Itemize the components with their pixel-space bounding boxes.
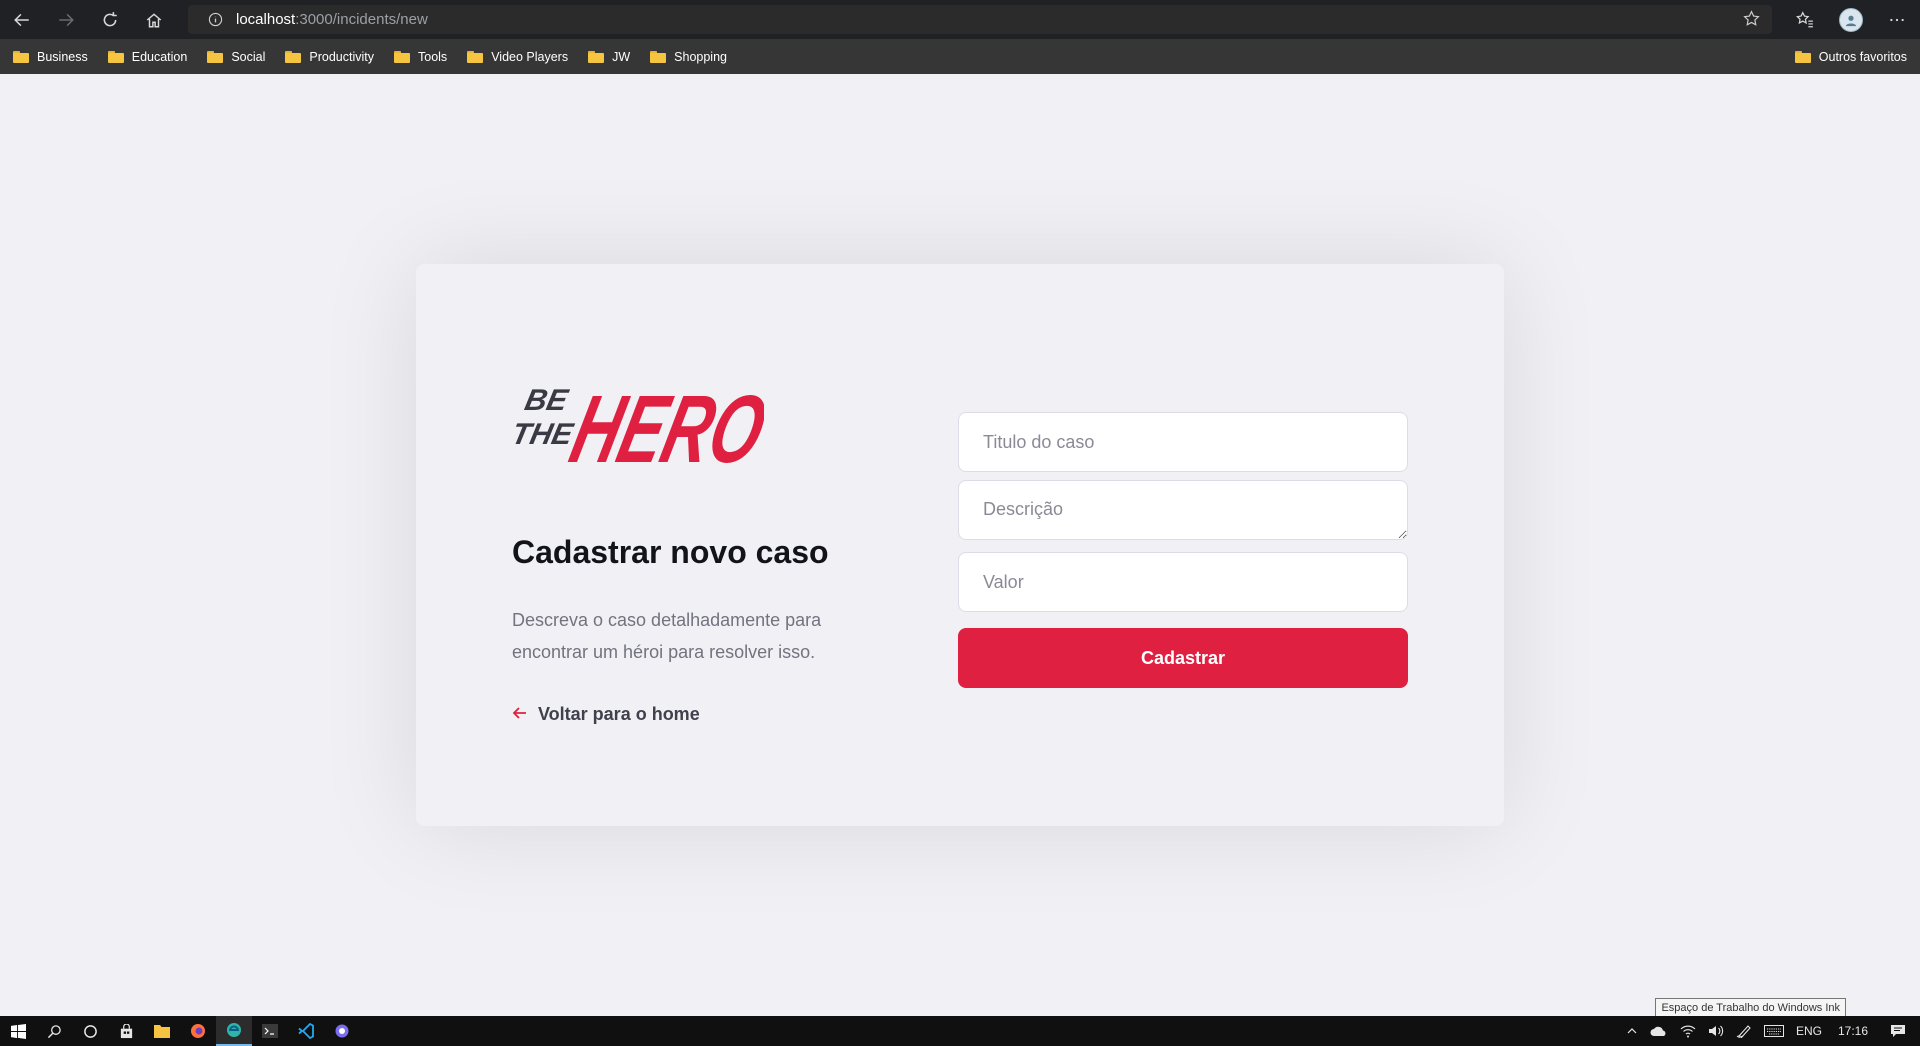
bookmark-education[interactable]: Education [95,39,195,74]
folder-icon [650,50,667,63]
case-description-textarea[interactable] [958,480,1408,540]
file-explorer-button[interactable] [144,1016,180,1046]
case-value-input[interactable] [958,552,1408,612]
forward-button[interactable] [44,0,88,39]
clock[interactable]: 17:16 [1828,1024,1882,1038]
firefox-button[interactable] [180,1016,216,1046]
windows-logo-icon [10,1023,26,1039]
address-bar[interactable]: localhost:3000/incidents/new [188,5,1772,34]
firefox-icon [191,1024,205,1038]
folder-icon [1794,50,1811,63]
page-description: Descreva o caso detalhadamente para enco… [512,610,822,662]
toolbar-right [1782,0,1920,39]
windows-ink-tooltip: Espaço de Trabalho do Windows Ink [1655,998,1846,1018]
logo-line1: BE [522,384,571,417]
folder-icon [467,50,484,63]
search-button[interactable] [36,1016,72,1046]
folder-icon [154,1025,170,1038]
app-button[interactable] [324,1016,360,1046]
language-indicator[interactable]: ENG [1790,1024,1828,1038]
back-button[interactable] [0,0,44,39]
star-icon[interactable] [1743,10,1760,32]
arrow-right-icon [59,13,74,26]
arrow-left-icon [512,706,526,719]
url-host: localhost [236,11,296,28]
url-path: :3000/incidents/new [295,11,428,28]
bookmark-label: Outros favoritos [1818,49,1907,64]
system-tray: ENG 17:16 [1620,1016,1920,1046]
bookmark-label: Tools [418,49,448,64]
keyboard-icon[interactable] [1758,1025,1790,1037]
app-circle-icon [335,1024,349,1038]
arrow-left-icon [14,13,29,26]
case-title-input[interactable] [958,412,1408,472]
folder-icon [107,50,124,63]
bookmark-label: Shopping [674,49,727,64]
info-icon[interactable] [200,12,230,27]
home-button[interactable] [132,0,176,39]
logo-line2: THE [512,418,576,451]
vscode-icon [298,1023,314,1039]
favorites-bar: Business Education Social Productivity T… [0,39,1920,74]
folder-icon [588,50,605,63]
page-title: Cadastrar novo caso [512,534,829,570]
search-icon [47,1024,61,1038]
store-button[interactable] [108,1016,144,1046]
terminal-button[interactable] [252,1016,288,1046]
folder-icon [394,50,410,63]
vscode-button[interactable] [288,1016,324,1046]
start-button[interactable] [0,1016,36,1046]
bookmark-label: JW [612,49,631,64]
new-incident-card: BE THE HERO Cadastrar novo caso Descreva… [416,264,1504,826]
bookmark-label: Business [37,49,88,64]
menu-button[interactable] [1874,0,1920,39]
bookmark-label: Video Players [491,49,569,64]
profile-button[interactable] [1828,0,1874,39]
windows-ink-pen-icon[interactable] [1730,1024,1758,1038]
bookmark-video-players[interactable]: Video Players [454,39,575,74]
edge-button[interactable] [216,1016,252,1046]
network-wifi-icon[interactable] [1674,1024,1702,1038]
refresh-button[interactable] [88,0,132,39]
onedrive-cloud-icon[interactable] [1644,1025,1674,1037]
cortana-circle-icon [83,1024,97,1038]
bookmark-tools[interactable]: Tools [381,39,454,74]
taskbar: ENG 17:16 [0,1016,1920,1046]
bookmark-label: Education [131,49,188,64]
favorites-button[interactable] [1782,0,1828,39]
be-the-hero-logo: BE THE HERO [512,375,764,472]
bookmark-business[interactable]: Business [0,39,95,74]
more-horizontal-icon [1890,18,1904,21]
refresh-icon [103,11,117,26]
bookmark-other-favorites[interactable]: Outros favoritos [1782,39,1914,74]
back-to-home-link[interactable]: Voltar para o home [512,704,700,725]
edge-icon [227,1023,241,1037]
favorites-star-list-icon [1796,10,1813,27]
register-button[interactable]: Cadastrar [958,628,1408,688]
home-icon [146,12,162,27]
browser-toolbar: localhost:3000/incidents/new [0,0,1920,39]
bookmark-social[interactable]: Social [194,39,272,74]
logo-word: HERO [561,375,764,472]
bookmark-label: Social [231,49,266,64]
bookmark-jw[interactable]: JW [575,39,637,74]
cortana-button[interactable] [72,1016,108,1046]
back-link-label: Voltar para o home [538,704,700,724]
bookmark-productivity[interactable]: Productivity [272,39,381,74]
store-bag-icon [120,1023,132,1038]
folder-icon [207,50,224,63]
bookmark-shopping[interactable]: Shopping [637,39,734,74]
page-area: BE THE HERO Cadastrar novo caso Descreva… [0,74,1920,1016]
bookmark-label: Productivity [309,49,374,64]
avatar [1839,7,1863,32]
chevron-up-icon[interactable] [1620,1025,1644,1037]
volume-icon[interactable] [1702,1024,1730,1038]
terminal-icon [262,1024,278,1038]
folder-icon [13,50,29,63]
url-text: localhost:3000/incidents/new [236,11,428,28]
notifications-icon[interactable] [1882,1024,1920,1038]
folder-icon [285,50,302,63]
